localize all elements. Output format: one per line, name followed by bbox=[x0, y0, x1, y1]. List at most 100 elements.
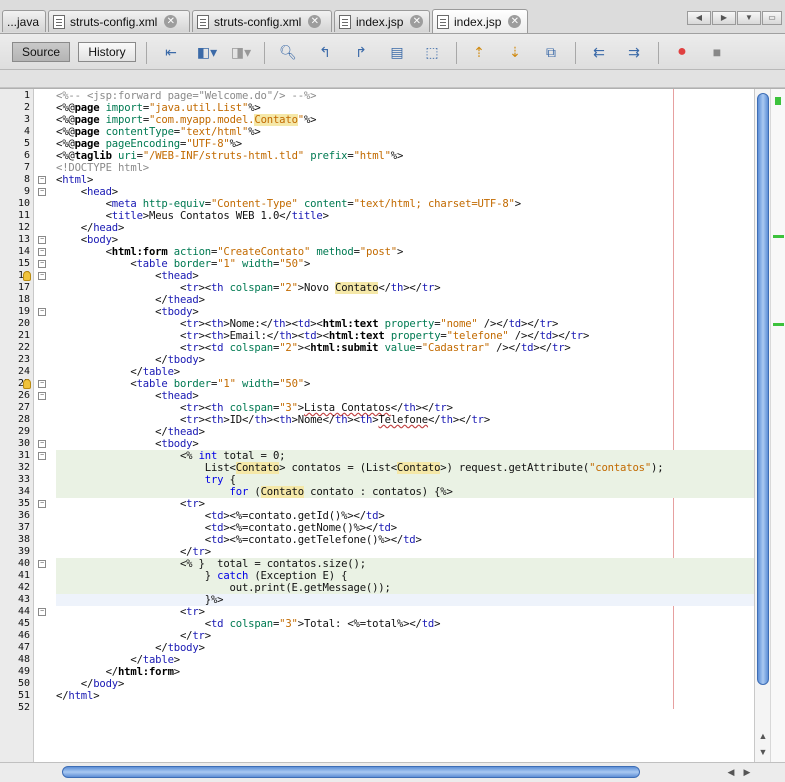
line-number[interactable]: 46 bbox=[0, 630, 30, 641]
start-macro-recording-icon[interactable]: ● bbox=[673, 43, 691, 61]
maximize-window-button[interactable]: ▭ bbox=[762, 11, 782, 25]
scroll-right-icon[interactable]: ▶ bbox=[740, 766, 754, 778]
code-line[interactable]: <td><%=contato.getId()%></td> bbox=[56, 510, 754, 522]
code-line[interactable]: }%> bbox=[56, 594, 754, 606]
code-line[interactable]: </tbody> bbox=[56, 642, 754, 654]
annotation-mark[interactable] bbox=[773, 235, 784, 238]
horizontal-scrollbar[interactable]: ◀ ▶ bbox=[0, 762, 785, 782]
line-number[interactable]: 26 bbox=[0, 390, 30, 401]
code-line[interactable]: <% int total = 0; bbox=[56, 450, 754, 462]
code-line[interactable]: <tr><td colspan="2"><html:submit value="… bbox=[56, 342, 754, 354]
close-icon[interactable]: ✕ bbox=[410, 15, 424, 28]
code-line[interactable]: </tr> bbox=[56, 630, 754, 642]
line-number[interactable]: 36 bbox=[0, 510, 30, 521]
line-number[interactable]: 4 bbox=[0, 126, 30, 137]
code-line[interactable]: <tr><th>Email:</th><td><html:text proper… bbox=[56, 330, 754, 342]
line-number[interactable]: 39 bbox=[0, 546, 30, 557]
code-line[interactable]: <table border="1" width="50"> bbox=[56, 258, 754, 270]
line-number[interactable]: 8 bbox=[0, 174, 30, 185]
fold-toggle-icon[interactable]: − bbox=[38, 560, 46, 568]
fold-toggle-icon[interactable]: − bbox=[38, 188, 46, 196]
code-line[interactable]: <tr><th colspan="3">Lista Contatos</th><… bbox=[56, 402, 754, 414]
code-line[interactable]: <head> bbox=[56, 186, 754, 198]
line-number[interactable]: 23 bbox=[0, 354, 30, 365]
line-number[interactable]: 21 bbox=[0, 330, 30, 341]
hint-lightbulb-icon[interactable] bbox=[23, 379, 31, 389]
code-line[interactable]: <%@page import="com.myapp.model.Contato"… bbox=[56, 114, 754, 126]
last-edit-icon[interactable]: ⇤ bbox=[162, 43, 180, 61]
shift-right-icon[interactable]: ⇉ bbox=[625, 43, 643, 61]
line-number[interactable]: 7 bbox=[0, 162, 30, 173]
line-number[interactable]: 10 bbox=[0, 198, 30, 209]
fold-toggle-icon[interactable]: − bbox=[38, 392, 46, 400]
code-line[interactable]: <thead> bbox=[56, 390, 754, 402]
close-icon[interactable]: ✕ bbox=[308, 15, 322, 28]
code-line[interactable]: </html:form> bbox=[56, 666, 754, 678]
code-editor[interactable]: 1234567891011121314151617181920212223242… bbox=[0, 88, 785, 763]
code-area[interactable]: <%-- <jsp:forward page="Welcome.do"/> --… bbox=[56, 89, 754, 763]
fold-toggle-icon[interactable]: − bbox=[38, 380, 46, 388]
line-number[interactable]: 13 bbox=[0, 234, 30, 245]
code-line[interactable]: <tbody> bbox=[56, 306, 754, 318]
code-line[interactable]: <html:form action="CreateContato" method… bbox=[56, 246, 754, 258]
code-line[interactable]: <tr> bbox=[56, 498, 754, 510]
toggle-bookmark-icon[interactable]: ⧉ bbox=[542, 43, 560, 61]
code-line[interactable]: </thead> bbox=[56, 426, 754, 438]
code-line[interactable]: <html> bbox=[56, 174, 754, 186]
code-line[interactable]: </table> bbox=[56, 366, 754, 378]
code-line[interactable]: out.print(E.getMessage()); bbox=[56, 582, 754, 594]
code-line[interactable]: <title>Meus Contatos WEB 1.0</title> bbox=[56, 210, 754, 222]
scroll-tabs-left-button[interactable]: ◀ bbox=[687, 11, 711, 25]
code-line[interactable]: </tbody> bbox=[56, 354, 754, 366]
line-number[interactable]: 51 bbox=[0, 690, 30, 701]
back-icon[interactable]: ◧▾ bbox=[194, 43, 220, 61]
line-number[interactable]: 49 bbox=[0, 666, 30, 677]
fold-toggle-icon[interactable]: − bbox=[38, 176, 46, 184]
code-line[interactable]: } catch (Exception E) { bbox=[56, 570, 754, 582]
find-next-icon[interactable]: ↱ bbox=[352, 43, 370, 61]
fold-toggle-icon[interactable]: − bbox=[38, 272, 46, 280]
fold-toggle-icon[interactable]: − bbox=[38, 452, 46, 460]
code-line[interactable]: <tbody> bbox=[56, 438, 754, 450]
line-number[interactable]: 32 bbox=[0, 462, 30, 473]
line-number[interactable]: 20 bbox=[0, 318, 30, 329]
code-line[interactable] bbox=[56, 702, 754, 714]
code-line[interactable]: <%@page contentType="text/html"%> bbox=[56, 126, 754, 138]
line-number[interactable]: 41 bbox=[0, 570, 30, 581]
line-number[interactable]: 2 bbox=[0, 102, 30, 113]
code-line[interactable]: <td colspan="3">Total: <%=total%></td> bbox=[56, 618, 754, 630]
code-line[interactable]: <body> bbox=[56, 234, 754, 246]
line-number[interactable]: 19 bbox=[0, 306, 30, 317]
line-number[interactable]: 50 bbox=[0, 678, 30, 689]
find-previous-icon[interactable]: ↰ bbox=[316, 43, 334, 61]
scroll-left-icon[interactable]: ◀ bbox=[724, 766, 738, 778]
toggle-highlight-icon[interactable]: ▤ bbox=[388, 43, 406, 61]
shift-left-icon[interactable]: ⇇ bbox=[590, 43, 608, 61]
line-number[interactable]: 38 bbox=[0, 534, 30, 545]
code-line[interactable]: </table> bbox=[56, 654, 754, 666]
code-line[interactable]: <td><%=contato.getTelefone()%></td> bbox=[56, 534, 754, 546]
tab-struts-config-2[interactable]: struts-config.xml ✕ bbox=[192, 10, 332, 32]
code-line[interactable]: <tr><th colspan="2">Novo Contato</th></t… bbox=[56, 282, 754, 294]
code-line[interactable]: </tr> bbox=[56, 546, 754, 558]
toggle-rectangular-selection-icon[interactable]: ⬚ bbox=[423, 43, 441, 61]
next-bookmark-icon[interactable]: ⇣ bbox=[506, 43, 524, 61]
tab-index-jsp-active[interactable]: index.jsp ✕ bbox=[432, 9, 528, 33]
line-number[interactable]: 12 bbox=[0, 222, 30, 233]
fold-toggle-icon[interactable]: − bbox=[38, 248, 46, 256]
line-number[interactable]: 17 bbox=[0, 282, 30, 293]
code-line[interactable]: <%@taglib uri="/WEB-INF/struts-html.tld"… bbox=[56, 150, 754, 162]
line-number[interactable]: 24 bbox=[0, 366, 30, 377]
code-line[interactable]: <%-- <jsp:forward page="Welcome.do"/> --… bbox=[56, 90, 754, 102]
fold-toggle-icon[interactable]: − bbox=[38, 308, 46, 316]
code-line[interactable]: <td><%=contato.getNome()%></td> bbox=[56, 522, 754, 534]
line-number[interactable]: 45 bbox=[0, 618, 30, 629]
code-line[interactable]: <!DOCTYPE html> bbox=[56, 162, 754, 174]
code-line[interactable]: </body> bbox=[56, 678, 754, 690]
line-number[interactable]: 52 bbox=[0, 702, 30, 713]
code-line[interactable]: <% } total = contatos.size(); bbox=[56, 558, 754, 570]
code-line[interactable]: for (Contato contato : contatos) {%> bbox=[56, 486, 754, 498]
error-stripe[interactable] bbox=[770, 89, 785, 763]
line-number[interactable]: 3 bbox=[0, 114, 30, 125]
show-opened-documents-button[interactable]: ▼ bbox=[737, 11, 761, 25]
